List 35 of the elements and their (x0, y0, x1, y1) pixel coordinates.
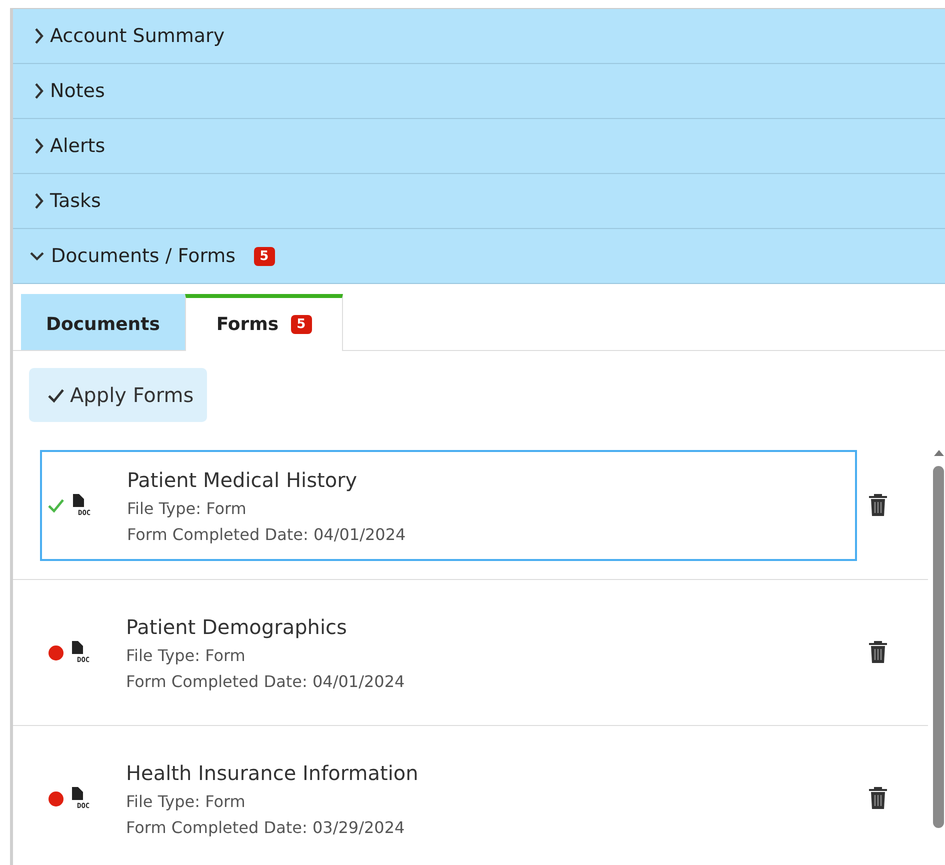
form-title: Patient Medical History (127, 468, 358, 492)
delete-icon (868, 494, 888, 517)
file-type: File Type: Form (126, 646, 246, 664)
section-title: Tasks (50, 190, 101, 212)
section-title: Documents / Forms (51, 245, 236, 267)
section-header[interactable]: Documents / Forms 5 (13, 229, 945, 284)
apply-button[interactable]: Apply Forms (29, 368, 207, 422)
scroll-up-icon (934, 450, 944, 456)
file-type: File Type: Form (127, 498, 248, 518)
scrollbar-thumb[interactable] (933, 466, 944, 828)
section-header[interactable]: Alerts (13, 119, 945, 174)
section-header[interactable]: Account Summary (13, 9, 945, 64)
section-title: Alerts (50, 135, 106, 157)
section-title: Account Summary (50, 25, 225, 47)
chevron-right-icon (33, 138, 44, 154)
count-badge: 5 (254, 246, 275, 266)
completed-date: Form Completed Date: 03/29/2024 (126, 818, 406, 836)
chevron-down-icon (29, 250, 45, 262)
section-header[interactable]: Notes (13, 64, 945, 119)
chevron-right-icon (33, 28, 44, 44)
tab[interactable]: Documents (21, 294, 185, 350)
form-title: Health Insurance Information (126, 760, 418, 784)
section-header[interactable]: Tasks (13, 174, 945, 229)
completed-date: Form Completed Date: 04/01/2024 (127, 524, 406, 544)
chevron-right-icon (33, 83, 44, 99)
form-title: Patient Demographics (126, 614, 348, 638)
file-type: File Type: Form (126, 792, 246, 810)
delete-icon (868, 787, 888, 810)
section-title: Notes (50, 80, 105, 102)
check-icon (47, 387, 65, 403)
tab[interactable]: Forms 5 (185, 294, 343, 351)
delete-icon (868, 641, 888, 664)
chevron-right-icon (33, 193, 44, 209)
completed-date: Form Completed Date: 04/01/2024 (126, 672, 405, 690)
count-badge: 5 (290, 315, 312, 334)
